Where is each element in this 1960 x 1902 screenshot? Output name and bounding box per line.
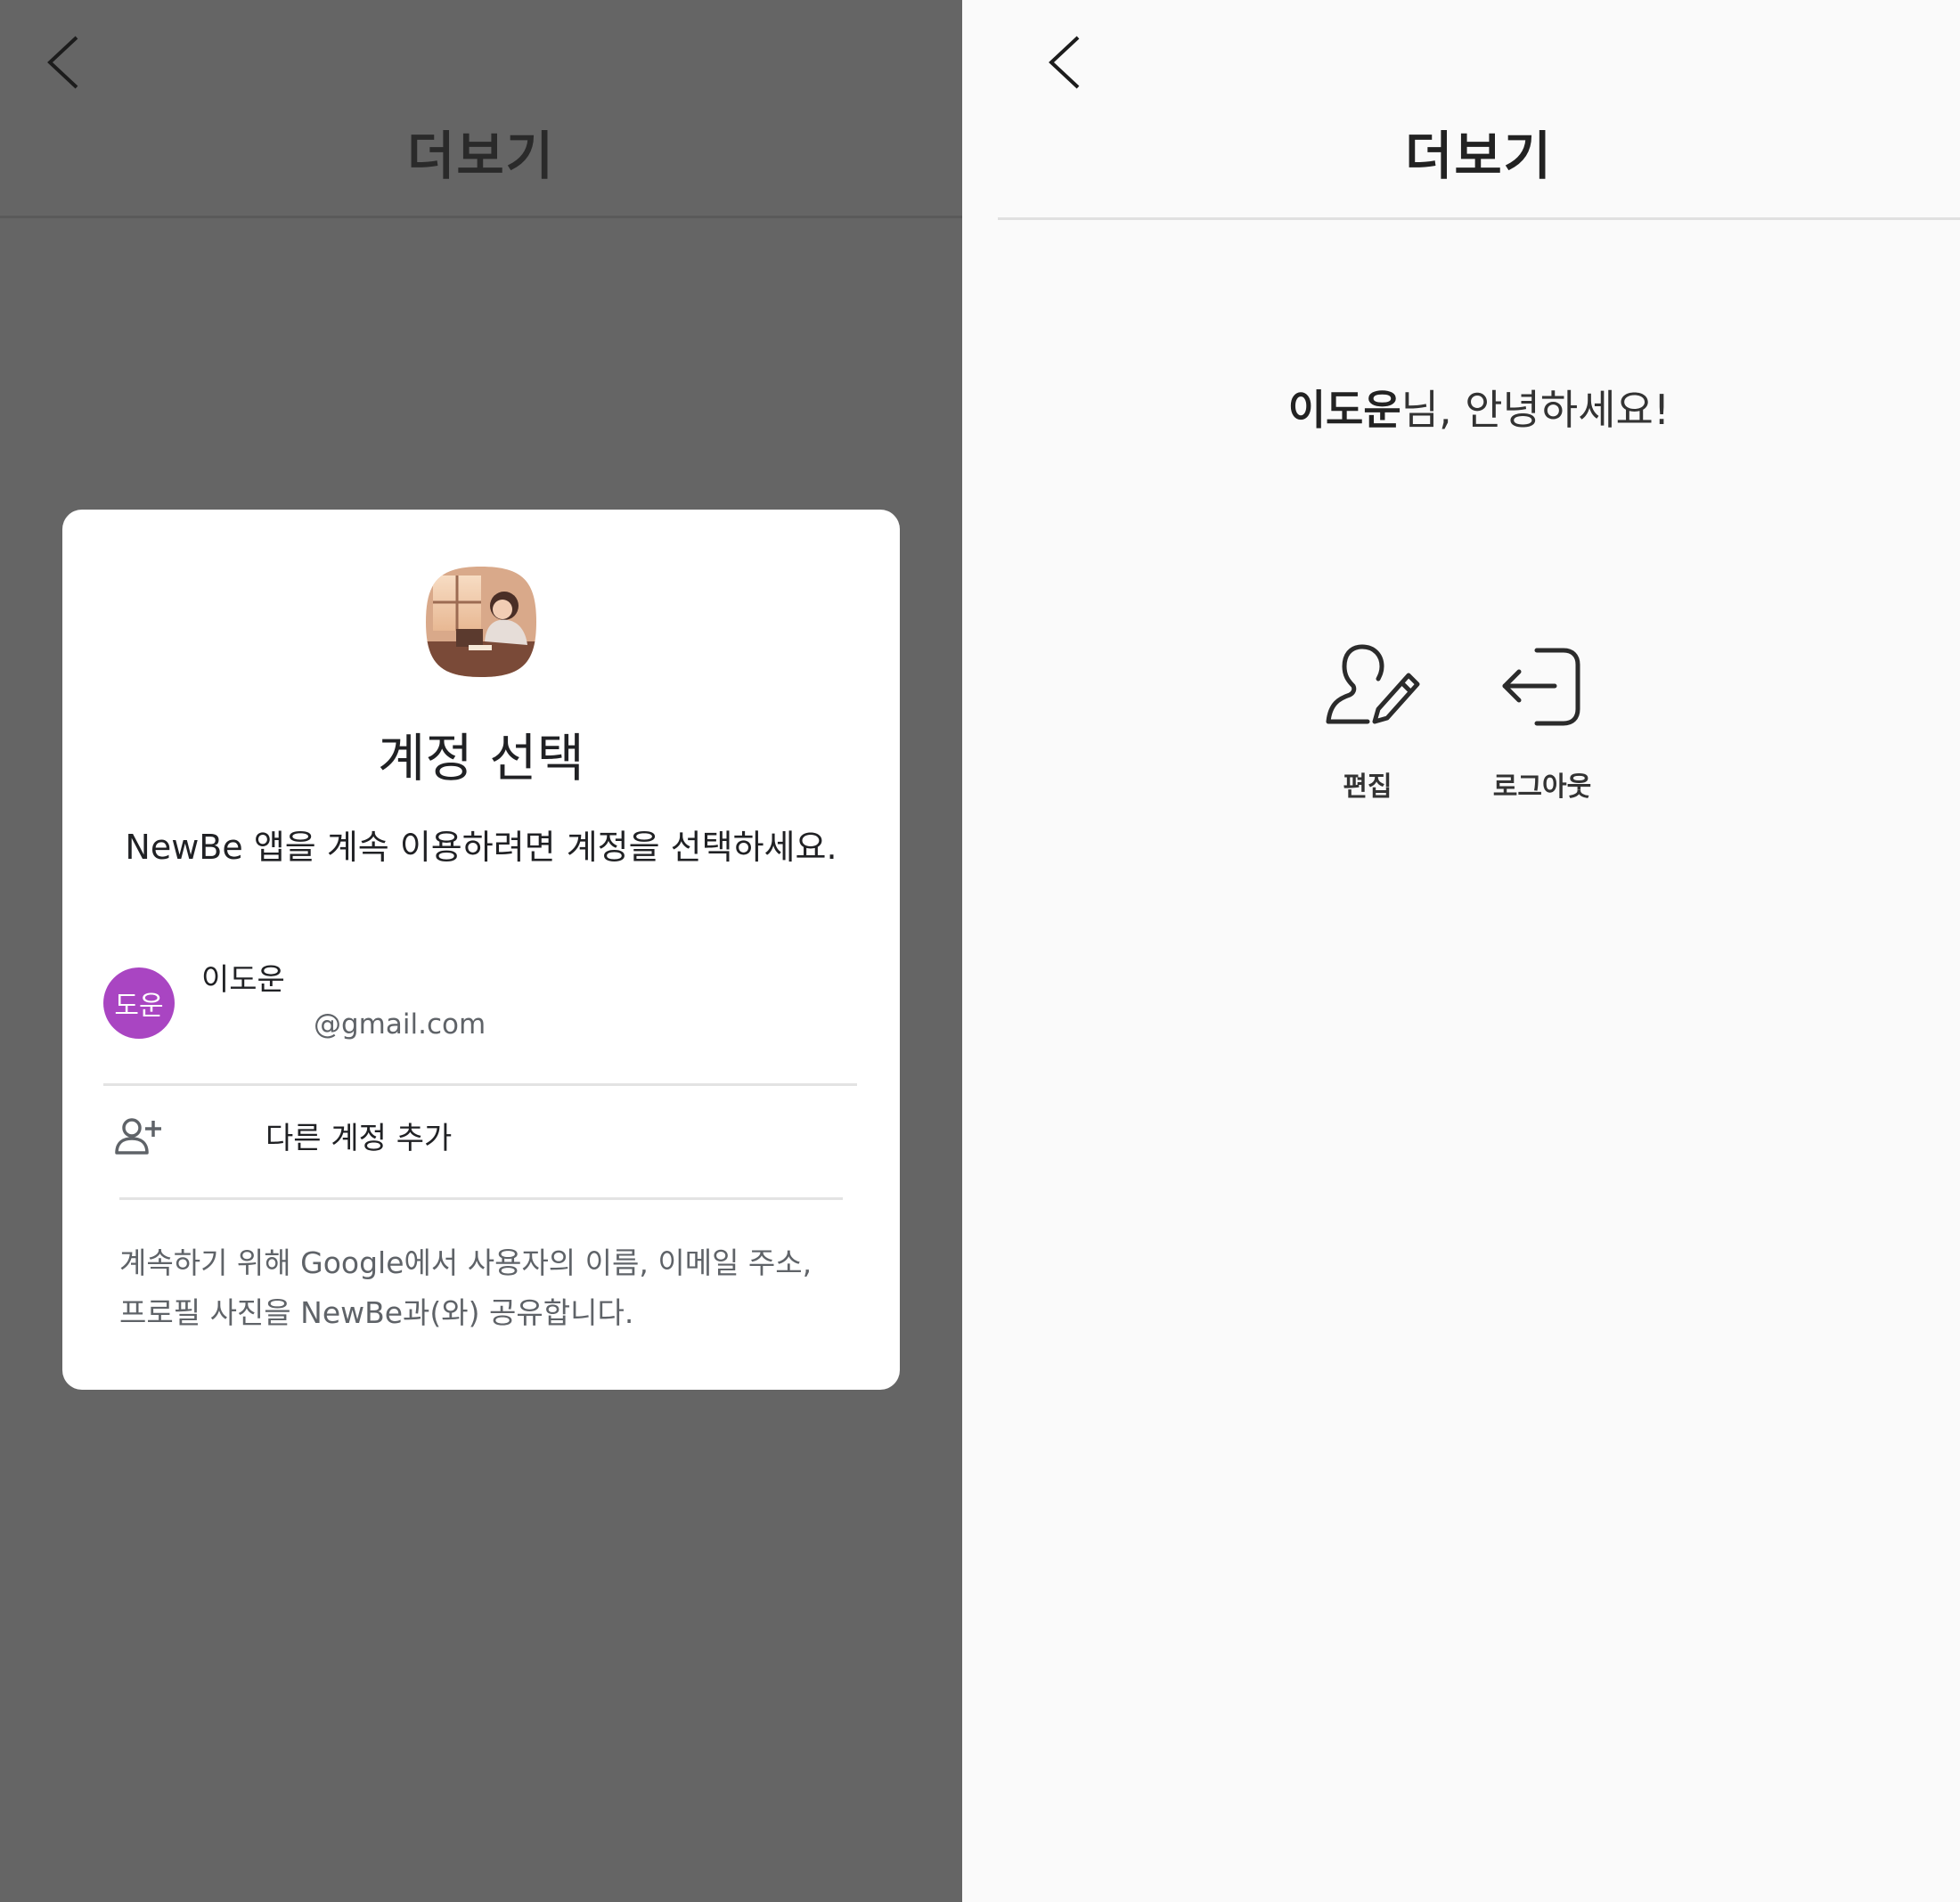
app-header: 더보기 [998, 0, 1960, 220]
privacy-notice-line: 프로필 사진을 NewBe과(와) 공유합니다. [119, 1295, 634, 1330]
greeting: 이도운님, 안녕하세요! [998, 378, 1960, 437]
app-icon [426, 567, 536, 677]
greeting-name: 이도운 [1287, 386, 1401, 434]
greeting-text: 님, 안녕하세요! [1401, 386, 1670, 434]
account-email: @gmail.com [314, 1008, 486, 1041]
avatar: 도운 [103, 967, 175, 1039]
page-title: 더보기 [406, 126, 556, 186]
divider [119, 1197, 843, 1200]
account-name: 이도운 [201, 962, 285, 998]
page-title: 더보기 [1404, 126, 1554, 186]
privacy-notice-line: 계속하기 위해 Google에서 사용자의 이름, 이메일 주소, [119, 1245, 813, 1280]
edit-profile-button[interactable]: 편집 [1296, 640, 1439, 809]
account-chooser-screen: 더보기 계정 선택 NewBe 앱을 계속 이용하려면 계정을 선택하세요. 도… [0, 0, 962, 1902]
person-edit-icon [1326, 644, 1420, 724]
more-screen: 더보기 이도운님, 안녕하세요! 편집 로그아웃 [962, 0, 1960, 1902]
logout-label: 로그아웃 [1492, 771, 1592, 803]
logout-icon [1502, 648, 1580, 726]
add-account-button[interactable]: 다른 계정 추가 [103, 1080, 857, 1196]
chevron-left-icon [47, 36, 78, 89]
account-chooser-dialog: 계정 선택 NewBe 앱을 계속 이용하려면 계정을 선택하세요. 도운 이도… [62, 510, 900, 1390]
back-button[interactable] [36, 27, 89, 98]
dialog-subtitle: NewBe 앱을 계속 이용하려면 계정을 선택하세요. [125, 828, 837, 867]
privacy-notice: 계속하기 위해 Google에서 사용자의 이름, 이메일 주소, 프로필 사진… [119, 1238, 859, 1338]
account-option[interactable]: 도운 이도운 @gmail.com [103, 955, 857, 1080]
person-add-icon [115, 1118, 161, 1155]
chevron-left-icon [1049, 36, 1080, 89]
back-button[interactable] [1037, 27, 1090, 98]
edit-label: 편집 [1343, 771, 1392, 803]
app-header: 더보기 [0, 0, 962, 218]
add-account-label: 다른 계정 추가 [265, 1121, 453, 1156]
dialog-title: 계정 선택 [378, 728, 584, 788]
logout-button[interactable]: 로그아웃 [1471, 640, 1613, 809]
